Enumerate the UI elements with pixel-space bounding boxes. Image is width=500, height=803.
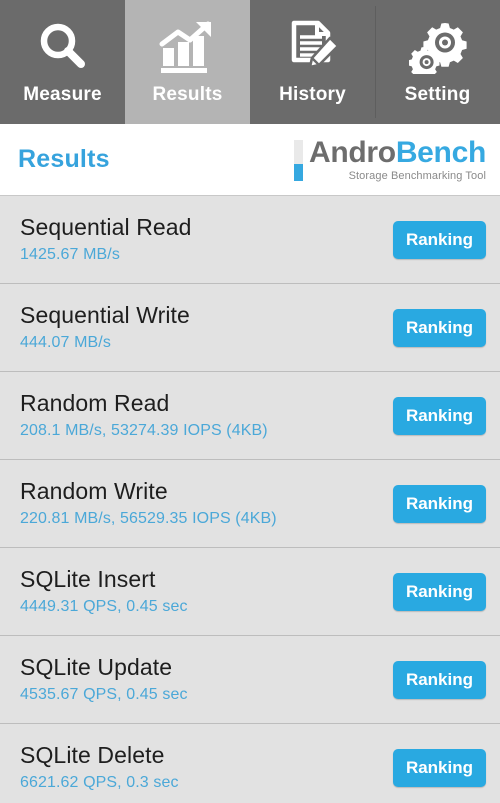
result-texts: SQLite Delete 6621.62 QPS, 0.3 sec (20, 741, 179, 794)
result-title: Random Read (20, 390, 170, 416)
table-row[interactable]: Random Read 208.1 MB/s, 53274.39 IOPS (4… (0, 372, 500, 460)
chart-growth-icon (153, 16, 223, 78)
result-texts: SQLite Update 4535.67 QPS, 0.45 sec (20, 653, 188, 706)
result-texts: Random Write 220.81 MB/s, 56529.35 IOPS … (20, 477, 277, 530)
table-row[interactable]: SQLite Insert 4449.31 QPS, 0.45 sec Rank… (0, 548, 500, 636)
tab-results-label: Results (152, 84, 223, 105)
results-list: Sequential Read 1425.67 MB/s Ranking Seq… (0, 195, 500, 803)
brand-name-second: Bench (395, 135, 486, 169)
result-title: SQLite Update (20, 654, 173, 680)
ranking-button[interactable]: Ranking (392, 748, 486, 787)
ranking-button[interactable]: Ranking (392, 572, 486, 611)
tab-results[interactable]: Results (125, 0, 250, 124)
result-title: SQLite Insert (20, 566, 156, 592)
magnifier-icon (28, 16, 98, 78)
document-pencil-icon (278, 16, 348, 78)
ranking-button[interactable]: Ranking (392, 220, 486, 259)
tab-measure-label: Measure (23, 84, 102, 105)
result-value: 1425.67 MB/s (20, 246, 120, 263)
table-row[interactable]: SQLite Delete 6621.62 QPS, 0.3 sec Ranki… (0, 724, 500, 803)
tab-history[interactable]: History (250, 0, 375, 124)
ranking-button[interactable]: Ranking (392, 396, 486, 435)
ranking-button[interactable]: Ranking (392, 484, 486, 523)
tab-bar: Measure Results History Setting (0, 0, 500, 124)
tab-measure[interactable]: Measure (0, 0, 125, 124)
result-texts: Random Read 208.1 MB/s, 53274.39 IOPS (4… (20, 389, 268, 442)
page-header: Results AndroBench Storage Benchmarking … (0, 124, 500, 195)
result-value: 6621.62 QPS, 0.3 sec (20, 774, 179, 791)
result-value: 220.81 MB/s, 56529.35 IOPS (4KB) (20, 510, 277, 527)
brand-name: AndroBench (308, 135, 486, 169)
table-row[interactable]: Random Write 220.81 MB/s, 56529.35 IOPS … (0, 460, 500, 548)
result-title: Sequential Write (20, 302, 190, 328)
result-value: 444.07 MB/s (20, 334, 111, 351)
table-row[interactable]: Sequential Write 444.07 MB/s Ranking (0, 284, 500, 372)
result-title: SQLite Delete (20, 742, 165, 768)
page-title: Results (18, 145, 110, 173)
ranking-button[interactable]: Ranking (392, 308, 486, 347)
table-row[interactable]: SQLite Update 4535.67 QPS, 0.45 sec Rank… (0, 636, 500, 724)
result-texts: SQLite Insert 4449.31 QPS, 0.45 sec (20, 565, 188, 618)
result-title: Sequential Read (20, 214, 192, 240)
brand-name-first: Andro (308, 135, 396, 169)
result-title: Random Write (20, 478, 168, 504)
tab-setting[interactable]: Setting (375, 0, 500, 124)
tab-history-label: History (279, 84, 346, 105)
table-row[interactable]: Sequential Read 1425.67 MB/s Ranking (0, 196, 500, 284)
ranking-button[interactable]: Ranking (392, 660, 486, 699)
storage-bar-icon (293, 139, 303, 181)
result-value: 4535.67 QPS, 0.45 sec (20, 686, 188, 703)
result-texts: Sequential Read 1425.67 MB/s (20, 213, 192, 266)
result-texts: Sequential Write 444.07 MB/s (20, 301, 190, 354)
gears-icon (403, 16, 473, 78)
result-value: 208.1 MB/s, 53274.39 IOPS (4KB) (20, 422, 268, 439)
tab-setting-label: Setting (404, 84, 471, 105)
androbench-app: Measure Results History Setting Results … (0, 0, 500, 803)
result-value: 4449.31 QPS, 0.45 sec (20, 598, 188, 615)
androbench-logo: AndroBench Storage Benchmarking Tool (293, 135, 486, 183)
brand-tagline: Storage Benchmarking Tool (348, 169, 486, 182)
